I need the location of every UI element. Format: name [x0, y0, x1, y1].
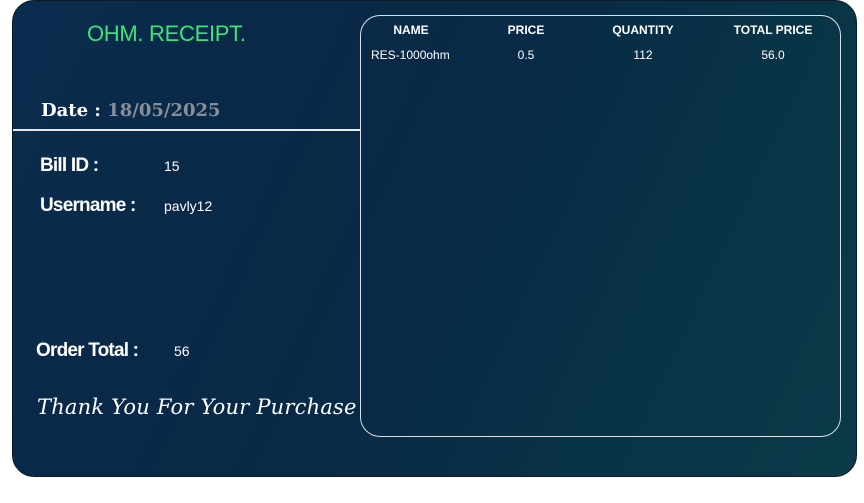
column-header-total-price: TOTAL PRICE: [733, 23, 813, 37]
receipt-title: OHM. RECEIPT.: [87, 21, 246, 46]
divider: [13, 129, 360, 131]
order-total-value: 56: [174, 343, 190, 359]
items-table: NAME PRICE QUANTITY TOTAL PRICE RES-1000…: [360, 15, 841, 437]
thank-you-message: Thank You For Your Purchase: [37, 395, 357, 419]
column-header-name: NAME: [393, 23, 429, 37]
username-value: pavly12: [164, 198, 213, 214]
bill-id-label: Bill ID :: [40, 155, 99, 176]
column-header-quantity: QUANTITY: [612, 23, 674, 37]
cell-total-price: 56.0: [761, 48, 785, 62]
username-label: Username :: [40, 195, 136, 216]
date-value: 18/05/2025: [107, 100, 221, 121]
order-total-label: Order Total :: [36, 340, 139, 361]
date-label: Date :: [41, 100, 108, 121]
date-row: Date : 18/05/2025: [41, 100, 221, 121]
column-header-price: PRICE: [507, 23, 545, 37]
cell-quantity: 112: [633, 48, 653, 62]
receipt-card: OHM. RECEIPT. Date : 18/05/2025 Bill ID …: [12, 0, 857, 477]
cell-price: 0.5: [517, 48, 535, 62]
bill-id-value: 15: [164, 158, 180, 174]
cell-name: RES-1000ohm: [371, 48, 450, 62]
